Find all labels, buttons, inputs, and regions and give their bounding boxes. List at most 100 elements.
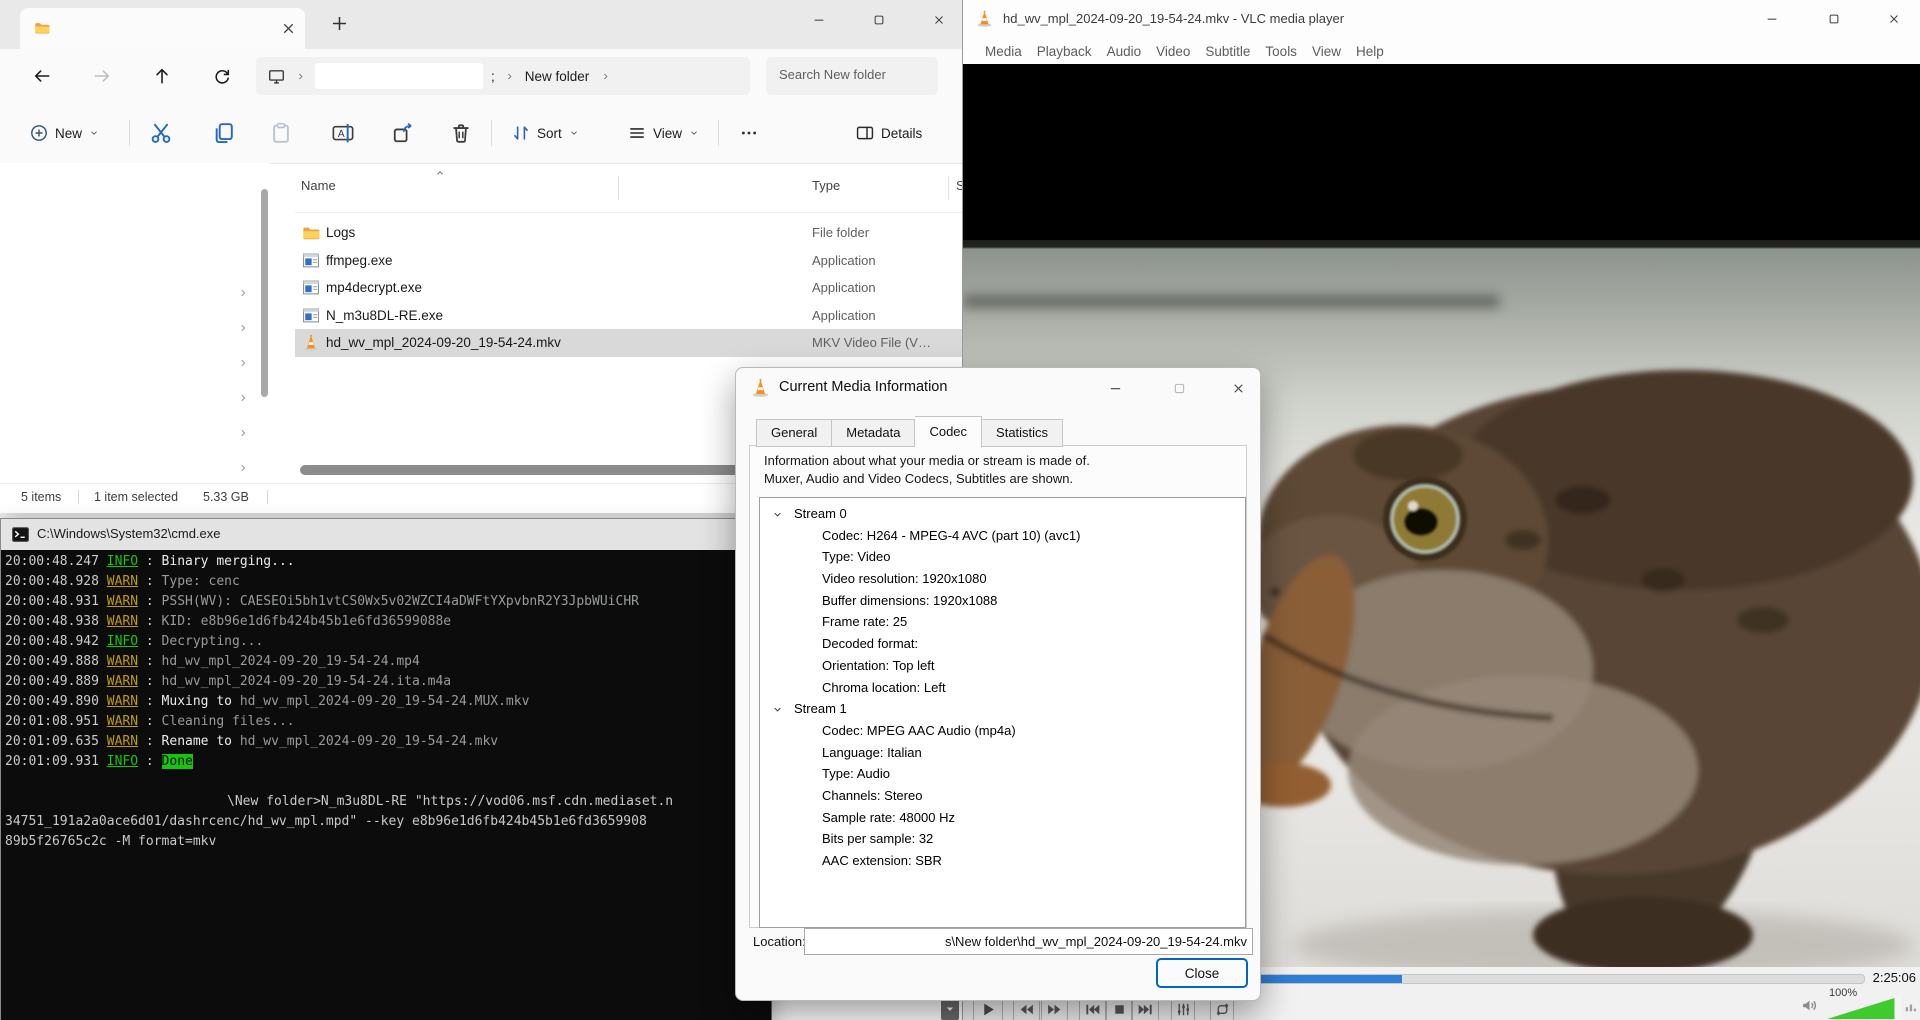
stream-property: Decoded format:: [822, 636, 919, 652]
back-button[interactable]: [26, 60, 58, 92]
column-type[interactable]: Type: [812, 178, 840, 193]
sort-button[interactable]: Sort: [512, 104, 579, 162]
cut-button[interactable]: [150, 122, 172, 144]
stream-header-row[interactable]: Stream 0: [760, 503, 1245, 525]
dialog-tab-codec[interactable]: Codec: [915, 416, 983, 448]
file-name: ffmpeg.exe: [326, 252, 393, 268]
vlc-menu-subtitle[interactable]: Subtitle: [1205, 44, 1250, 59]
vlc-menu-media[interactable]: Media: [985, 44, 1022, 59]
search-box[interactable]: Search New folder: [766, 57, 938, 95]
vlc-menu-view[interactable]: View: [1312, 44, 1341, 59]
tree-expand-chevron-icon[interactable]: [238, 288, 248, 298]
vlc-menu-tools[interactable]: Tools: [1265, 44, 1297, 59]
tree-expand-chevron-icon[interactable]: [238, 463, 248, 473]
stream-property-row[interactable]: Codec: MPEG AAC Audio (mp4a): [760, 720, 1245, 742]
stream-property-row[interactable]: Channels: Stereo: [760, 785, 1245, 807]
view-list-icon: [628, 124, 646, 142]
vlc-close-button[interactable]: [1871, 0, 1916, 37]
file-row[interactable]: ffmpeg.exe Application: [295, 247, 976, 275]
explorer-tab[interactable]: [20, 8, 305, 49]
tree-expand-chevron-icon[interactable]: [238, 428, 248, 438]
vlc-minimize-button[interactable]: [1749, 0, 1794, 37]
vlc-menu-playback[interactable]: Playback: [1037, 44, 1092, 59]
playback-time: 2:25:06: [1872, 970, 1916, 985]
dialog-tab-metadata[interactable]: Metadata: [832, 419, 916, 447]
address-bar[interactable]: ; New folder: [256, 57, 750, 95]
column-divider[interactable]: [618, 176, 619, 200]
collapse-chevron-icon[interactable]: [772, 704, 783, 715]
tree-expand-chevron-icon[interactable]: [238, 358, 248, 368]
stream-property-row[interactable]: Type: Audio: [760, 763, 1245, 785]
tree-expand-chevron-icon[interactable]: [238, 393, 248, 403]
explorer-close-button[interactable]: [916, 0, 962, 40]
terminal-output[interactable]: 20:00:48.247 INFO : Binary merging... 20:…: [1, 550, 771, 1020]
column-divider[interactable]: [948, 176, 949, 200]
previous-icon: [1084, 1001, 1101, 1018]
vlc-menu-video[interactable]: Video: [1156, 44, 1190, 59]
view-button[interactable]: View: [628, 104, 699, 162]
close-icon: [932, 13, 946, 27]
stream-property-row[interactable]: Type: Video: [760, 546, 1245, 568]
terminal-log-line: 20:01:08.951 WARN : Cleaning files...: [5, 714, 295, 729]
stream-property-row[interactable]: Bits per sample: 32: [760, 828, 1245, 850]
file-row[interactable]: mp4decrypt.exe Application: [295, 274, 976, 302]
volume-slider[interactable]: [1827, 996, 1901, 1019]
delete-button[interactable]: [450, 122, 472, 144]
terminal-log-line: 20:00:48.938 WARN : KID: e8b96e1d6fb424b…: [5, 614, 452, 629]
dialog-close-button[interactable]: [1219, 370, 1257, 406]
sort-icon: [512, 124, 530, 142]
speaker-icon[interactable]: [1801, 997, 1818, 1014]
rename-button[interactable]: A: [332, 122, 354, 144]
up-arrow-icon: [153, 67, 171, 85]
stats-bars-icon[interactable]: [1904, 999, 1918, 1013]
location-field[interactable]: s\New folder\hd_wv_mpl_2024-09-20_19-54-…: [804, 928, 1253, 955]
breadcrumb[interactable]: New folder: [525, 69, 590, 84]
codec-tree[interactable]: Stream 0 Codec: H264 - MPEG-4 AVC (part 1…: [759, 497, 1246, 928]
dialog-titlebar: Current Media Information: [736, 368, 1260, 408]
terminal-log-line: 20:01:09.635 WARN : Rename to hd_wv_mpl_…: [5, 734, 499, 749]
stream-property-row[interactable]: Sample rate: 48000 Hz: [760, 807, 1245, 829]
forward-button[interactable]: [86, 60, 118, 92]
dialog-tabs: General Metadata Codec Statistics: [756, 416, 1064, 448]
refresh-button[interactable]: [206, 60, 238, 92]
details-pane-icon: [856, 124, 874, 142]
file-row[interactable]: Logs File folder: [295, 219, 976, 247]
copy-button[interactable]: [212, 122, 234, 144]
vlc-maximize-button[interactable]: [1811, 0, 1856, 37]
more-options-button[interactable]: [740, 104, 758, 162]
stream-property-row[interactable]: AAC extension: SBR: [760, 850, 1245, 872]
tree-expand-chevron-icon[interactable]: [238, 323, 248, 333]
vlc-menu-help[interactable]: Help: [1356, 44, 1384, 59]
file-row[interactable]: hd_wv_mpl_2024-09-20_19-54-24.mkv MKV Vid…: [295, 329, 976, 357]
stream-property-row[interactable]: Language: Italian: [760, 742, 1245, 764]
explorer-minimize-button[interactable]: [796, 0, 842, 40]
share-button[interactable]: [392, 122, 414, 144]
dialog-minimize-button[interactable]: [1096, 370, 1134, 406]
close-icon: [1887, 12, 1901, 26]
stream-property-row[interactable]: Chroma location: Left: [760, 677, 1245, 699]
close-button[interactable]: Close: [1156, 958, 1248, 988]
stream-property-row[interactable]: Decoded format:: [760, 633, 1245, 655]
stream-property-row[interactable]: Orientation: Top left: [760, 655, 1245, 677]
details-pane-button[interactable]: Details: [856, 104, 922, 162]
app-icon: [302, 307, 320, 324]
file-row[interactable]: N_m3u8DL-RE.exe Application: [295, 302, 976, 330]
new-tab-button[interactable]: [330, 14, 349, 33]
nav-scrollbar[interactable]: [261, 189, 268, 397]
column-name[interactable]: Name: [301, 178, 336, 193]
tab-close-icon[interactable]: [280, 20, 297, 37]
stream-property-row[interactable]: Codec: H264 - MPEG-4 AVC (part 10) (avc1…: [760, 525, 1245, 547]
up-button[interactable]: [146, 60, 178, 92]
stream-property-row[interactable]: Frame rate: 25: [760, 611, 1245, 633]
collapse-chevron-icon[interactable]: [772, 509, 783, 520]
dialog-tab-statistics[interactable]: Statistics: [982, 419, 1064, 447]
vlc-menu-audio[interactable]: Audio: [1107, 44, 1142, 59]
stream-property-row[interactable]: Video resolution: 1920x1080: [760, 568, 1245, 590]
dialog-tab-general[interactable]: General: [756, 419, 833, 447]
stream-header-row[interactable]: Stream 1: [760, 698, 1245, 720]
explorer-maximize-button[interactable]: [856, 0, 902, 40]
paste-button[interactable]: [270, 122, 292, 144]
stream-property-row[interactable]: Buffer dimensions: 1920x1088: [760, 590, 1245, 612]
new-button[interactable]: New: [30, 104, 99, 162]
navigation-pane: [0, 163, 270, 480]
